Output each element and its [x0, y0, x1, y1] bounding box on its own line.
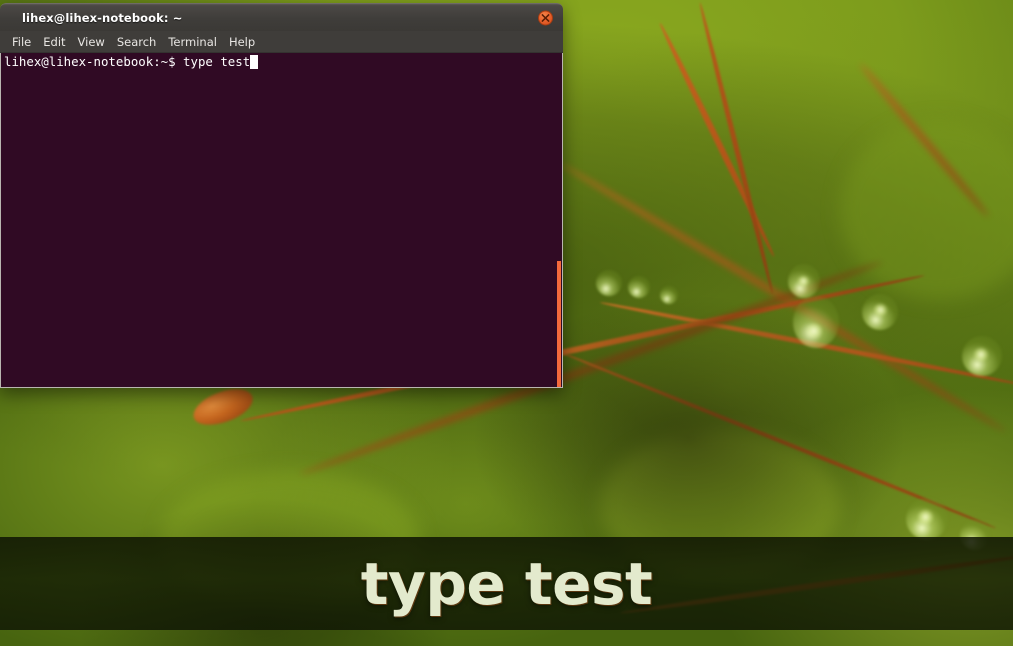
water-droplet: [793, 296, 839, 348]
water-droplet: [596, 270, 622, 296]
menu-item-file[interactable]: File: [6, 31, 37, 53]
water-droplet: [628, 276, 650, 298]
terminal-prompt-line: lihex@lihex-notebook:~$ type test: [2, 54, 562, 69]
caption-overlay-bar: type test: [0, 537, 1013, 630]
moss-stem: [657, 21, 777, 259]
terminal-menubar[interactable]: File Edit View Search Terminal Help: [0, 31, 563, 53]
terminal-prompt: lihex@lihex-notebook:~$: [4, 54, 184, 69]
menu-item-search[interactable]: Search: [111, 31, 163, 53]
close-x-icon: [541, 13, 550, 22]
terminal-command: type test: [183, 54, 251, 69]
terminal-cursor: [250, 54, 258, 69]
window-titlebar[interactable]: lihex@lihex-notebook: ~: [0, 3, 563, 31]
menu-item-help[interactable]: Help: [223, 31, 261, 53]
desktop: lihex@lihex-notebook: ~ File Edit View S…: [0, 0, 1013, 646]
menu-item-terminal[interactable]: Terminal: [162, 31, 223, 53]
menu-item-edit[interactable]: Edit: [37, 31, 71, 53]
caption-text: type test: [360, 549, 653, 618]
moss-capsule: [188, 382, 258, 432]
menu-item-view[interactable]: View: [72, 31, 111, 53]
water-droplet-glint: [798, 276, 809, 286]
water-droplet-glint: [806, 324, 822, 338]
terminal-window[interactable]: lihex@lihex-notebook: ~ File Edit View S…: [0, 3, 563, 388]
terminal-scrollbar-thumb[interactable]: [557, 261, 561, 387]
water-droplet: [660, 286, 678, 304]
water-droplet-glint: [918, 510, 933, 524]
window-close-button[interactable]: [538, 10, 553, 25]
water-droplet-glint: [974, 348, 988, 361]
water-droplet-glint: [874, 304, 887, 316]
window-title: lihex@lihex-notebook: ~: [22, 10, 183, 25]
terminal-output-area[interactable]: lihex@lihex-notebook:~$ type test: [0, 53, 563, 388]
terminal-scrollbar-track[interactable]: [557, 53, 562, 387]
